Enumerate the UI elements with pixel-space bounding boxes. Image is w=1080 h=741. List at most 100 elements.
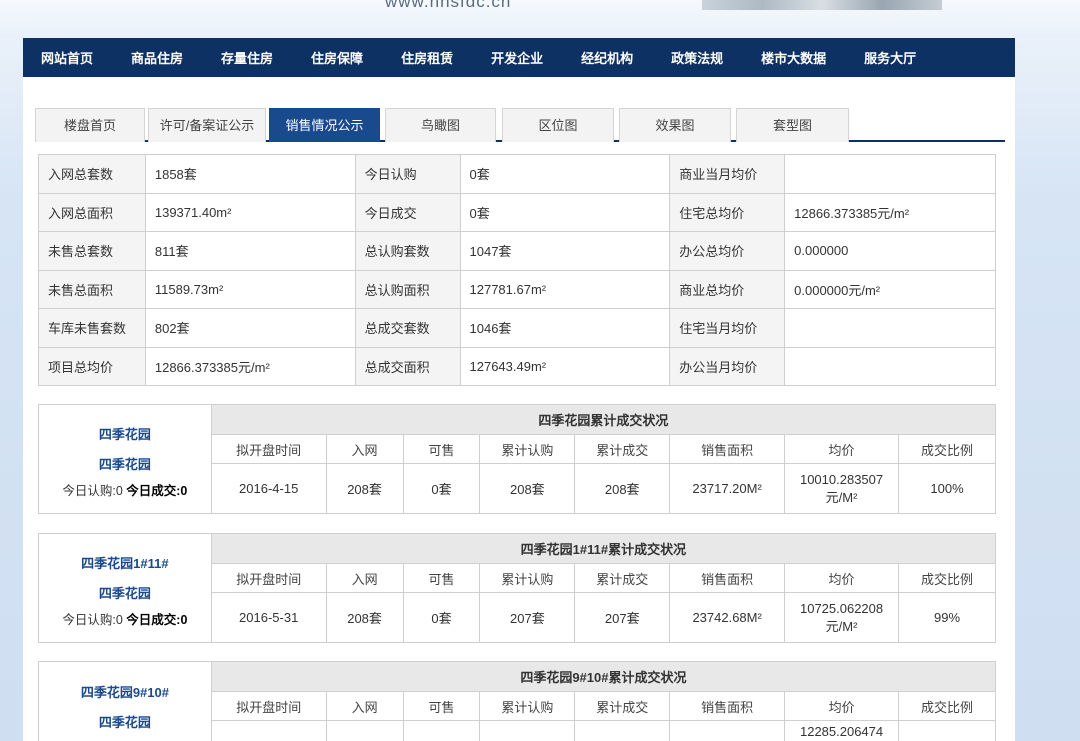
- col-header: 销售面积: [669, 434, 786, 464]
- in-net-count: [325, 720, 404, 741]
- avg-price: 12285.206474: [784, 720, 900, 741]
- col-header: 累计认购: [479, 434, 576, 464]
- project-name-link[interactable]: 四季花园: [39, 420, 211, 450]
- nav-item-policies[interactable]: 政策法规: [671, 48, 723, 67]
- avg-price: 10010.283507 元/M²: [784, 463, 900, 514]
- building-sales-block: 四季花园 四季花园 今日认购:0 今日成交:0 四季花园累计成交状况 拟开盘时间…: [38, 404, 997, 514]
- tab-sales-status[interactable]: 销售情况公示: [269, 108, 380, 142]
- col-header: 成交比例: [898, 434, 996, 464]
- summary-row: 未售总面积 11589.73m² 总认购面积 127781.67m² 商业总均价…: [38, 269, 996, 309]
- avg-price-unit: 元/M²: [825, 489, 858, 505]
- summary-label: 今日成交: [354, 192, 461, 232]
- sales-area: [669, 720, 786, 741]
- col-header: 可售: [402, 563, 481, 593]
- dealt-count: 207套: [574, 592, 671, 643]
- nav-item-service-hall[interactable]: 服务大厅: [864, 48, 916, 67]
- project-sub-link[interactable]: 四季花园: [39, 708, 211, 738]
- project-name-link[interactable]: 四季花园1#11#: [39, 549, 211, 579]
- dealt-count: [574, 720, 671, 741]
- tab-location-map[interactable]: 区位图: [502, 108, 614, 142]
- tab-permits[interactable]: 许可/备案证公示: [148, 108, 266, 142]
- summary-label: 总认购套数: [354, 231, 461, 271]
- avg-price-unit: 元/M²: [825, 618, 858, 634]
- summary-label: 总认购面积: [354, 269, 461, 309]
- col-header: 入网: [325, 691, 404, 721]
- summary-value: 1046套: [459, 308, 671, 348]
- in-net-count: 208套: [325, 592, 404, 643]
- summary-value: 802套: [144, 308, 356, 348]
- col-header: 累计认购: [479, 563, 576, 593]
- summary-label: 未售总面积: [38, 269, 146, 309]
- summary-value: 0.000000: [784, 231, 996, 271]
- summary-value: 12866.373385元/m²: [144, 346, 356, 386]
- avg-price-value: 10010.283507: [799, 471, 884, 487]
- main-nav: 网站首页 商品住房 存量住房 住房保障 住房租赁 开发企业 经纪机构 政策法规 …: [23, 38, 1015, 77]
- summary-label: 未售总套数: [38, 231, 146, 271]
- nav-item-big-data[interactable]: 楼市大数据: [761, 48, 826, 67]
- deal-ratio: 100%: [898, 463, 996, 514]
- tab-floor-plans[interactable]: 套型图: [736, 108, 849, 142]
- tab-project-home[interactable]: 楼盘首页: [35, 108, 145, 142]
- project-info-cell: 四季花园 四季花园 今日认购:0 今日成交:0: [38, 404, 212, 514]
- col-header: 均价: [784, 434, 900, 464]
- summary-label: 车库未售套数: [38, 308, 146, 348]
- for-sale-count: [402, 720, 481, 741]
- main-container: 网站首页 商品住房 存量住房 住房保障 住房租赁 开发企业 经纪机构 政策法规 …: [23, 38, 1015, 741]
- subscribed-count: 207套: [479, 592, 576, 643]
- tab-aerial-view[interactable]: 鸟瞰图: [385, 108, 496, 142]
- col-header: 销售面积: [669, 563, 786, 593]
- summary-label: 今日认购: [354, 154, 461, 194]
- today-deal: 今日成交:0: [126, 612, 188, 627]
- project-info-cell: 四季花园1#11# 四季花园 今日认购:0 今日成交:0: [38, 533, 212, 643]
- summary-value: [784, 346, 996, 386]
- nav-item-existing-housing[interactable]: 存量住房: [221, 48, 273, 67]
- summary-value: 811套: [144, 231, 356, 271]
- summary-value: 0套: [459, 154, 671, 194]
- nav-item-home[interactable]: 网站首页: [41, 48, 93, 67]
- dealt-count: 208套: [574, 463, 671, 514]
- summary-value: 0套: [459, 192, 671, 232]
- summary-row: 未售总套数 811套 总认购套数 1047套 办公总均价 0.000000: [38, 231, 996, 271]
- col-header: 累计成交: [574, 563, 671, 593]
- project-name-link[interactable]: 四季花园9#10#: [39, 678, 211, 708]
- col-header: 累计认购: [479, 691, 576, 721]
- nav-item-commodity-housing[interactable]: 商品住房: [131, 48, 183, 67]
- nav-item-housing-security[interactable]: 住房保障: [311, 48, 363, 67]
- avg-price-value: 12285.206474: [799, 724, 884, 739]
- col-header: 均价: [784, 563, 900, 593]
- summary-label: 办公总均价: [669, 231, 786, 271]
- nav-item-housing-rental[interactable]: 住房租赁: [401, 48, 453, 67]
- today-subscribed: 今日认购:0: [62, 612, 123, 627]
- sales-area: 23717.20M²: [669, 463, 786, 514]
- deal-ratio: [898, 720, 996, 741]
- summary-row: 项目总均价 12866.373385元/m² 总成交面积 127643.49m²…: [38, 346, 996, 386]
- open-date: 2016-4-15: [210, 463, 327, 514]
- project-sub-link[interactable]: 四季花园: [39, 450, 211, 480]
- sales-summary-table: 入网总套数 1858套 今日认购 0套 商业当月均价 入网总面积 139371.…: [38, 154, 996, 386]
- summary-label: 商业当月均价: [669, 154, 786, 194]
- col-header: 累计成交: [574, 434, 671, 464]
- open-date: 2016-5-31: [210, 592, 327, 643]
- col-header: 均价: [784, 691, 900, 721]
- summary-label: 项目总均价: [38, 346, 146, 386]
- today-deal: 今日成交:0: [126, 483, 188, 498]
- open-date: [210, 720, 327, 741]
- col-header: 累计成交: [574, 691, 671, 721]
- nav-item-agencies[interactable]: 经纪机构: [581, 48, 633, 67]
- sales-area: 23742.68M²: [669, 592, 786, 643]
- summary-label: 商业总均价: [669, 269, 786, 309]
- block-title: 四季花园9#10#累计成交状况: [210, 661, 997, 692]
- summary-value: 139371.40m²: [144, 192, 356, 232]
- nav-item-developers[interactable]: 开发企业: [491, 48, 543, 67]
- for-sale-count: 0套: [402, 463, 481, 514]
- tab-renderings[interactable]: 效果图: [619, 108, 731, 142]
- col-header: 销售面积: [669, 691, 786, 721]
- today-stats: 今日认购:0 今日成交:0: [62, 484, 187, 498]
- summary-row: 入网总套数 1858套 今日认购 0套 商业当月均价: [38, 154, 996, 194]
- avg-price: 10725.062208 元/M²: [784, 592, 900, 643]
- project-sub-link[interactable]: 四季花园: [39, 579, 211, 609]
- building-sales-block: 四季花园1#11# 四季花园 今日认购:0 今日成交:0 四季花园1#11# 累计…: [38, 533, 997, 643]
- for-sale-count: 0套: [402, 592, 481, 643]
- summary-label: 入网总面积: [38, 192, 146, 232]
- summary-value: 11589.73m²: [144, 269, 356, 309]
